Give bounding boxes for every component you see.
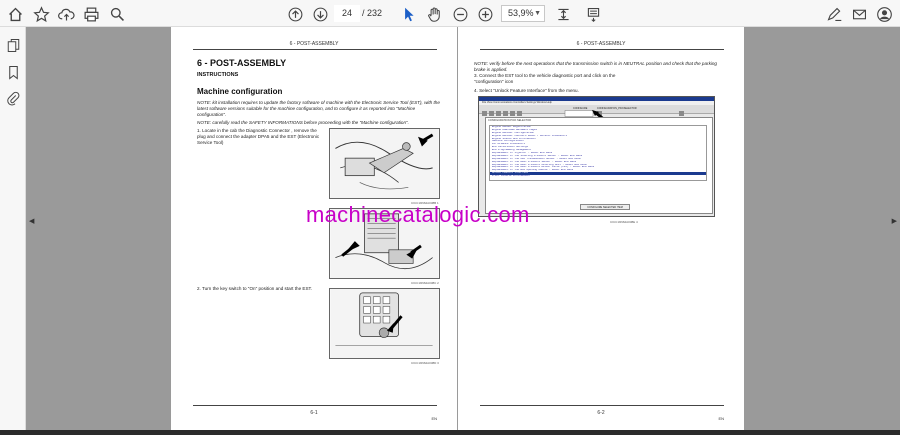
- account-icon[interactable]: [874, 4, 894, 24]
- zoom-select[interactable]: 53,9% ▼: [501, 5, 545, 22]
- figure-key-switch: [329, 288, 440, 359]
- running-head: 6 - POST-ASSEMBLY: [289, 41, 339, 47]
- figure-diagnostic-connector: [329, 128, 440, 199]
- est-panel-header: CONFIGURATION PICK SELECTOR: [488, 119, 531, 122]
- language-mark: EN: [718, 416, 724, 421]
- section-heading: Machine configuration: [197, 87, 283, 96]
- est-field-label: CONFIGURE: [573, 106, 588, 110]
- step-1-text: 1. Locate in the cab the Diagnostic Conn…: [197, 128, 320, 145]
- safety-note: NOTE: carefully read the SAFETY INFORMAT…: [197, 120, 409, 125]
- document-page-1: 6 - POST-ASSEMBLY 6 - POST-ASSEMBLY INST…: [171, 27, 457, 430]
- page-total: / 232: [362, 8, 383, 18]
- figure-caption: CICC19N62A038D 3: [411, 361, 439, 365]
- cloud-upload-icon[interactable]: [56, 4, 76, 24]
- language-mark: EN: [431, 416, 437, 421]
- est-menu-list[interactable]: Engine Reboot Registration Engine Downloa…: [489, 125, 707, 181]
- est-config-panel: CONFIGURATION PICK SELECTOR Engine Reboo…: [485, 117, 713, 214]
- divider: [193, 405, 437, 406]
- zoom-in-icon[interactable]: [475, 4, 495, 24]
- pages-panel-icon[interactable]: [4, 36, 22, 54]
- page-number-input[interactable]: 24: [334, 5, 360, 22]
- zoom-out-icon[interactable]: [450, 4, 470, 24]
- scroll-left-arrow-icon[interactable]: ◀: [29, 217, 34, 225]
- step-4-text: 4. Select "Unlock Feature Interface" fro…: [474, 88, 579, 93]
- section-subtitle: INSTRUCTIONS: [197, 72, 239, 78]
- note-paragraph: NOTE: verify before the next operations …: [474, 61, 717, 72]
- home-icon[interactable]: [5, 4, 25, 24]
- fit-page-icon[interactable]: [553, 4, 573, 24]
- select-cursor-icon[interactable]: [398, 4, 418, 24]
- note-paragraph: NOTE: kit installation requires to updat…: [197, 100, 440, 117]
- figure-est-screenshot: File View Communications Controllers Set…: [478, 96, 715, 217]
- chapter-title: 6 - POST-ASSEMBLY: [197, 58, 287, 68]
- next-page-icon[interactable]: [310, 4, 330, 24]
- figure-caption: CICC19N62A038C 2: [411, 281, 439, 285]
- document-page-2: 6 - POST-ASSEMBLY NOTE: verify before th…: [458, 27, 744, 430]
- figure-caption: CICC19N62A038E 4: [610, 220, 638, 224]
- attachments-panel-icon[interactable]: [4, 89, 22, 107]
- page-number: 6-1: [310, 410, 318, 416]
- page-scroll-icon[interactable]: [583, 4, 603, 24]
- mail-icon[interactable]: [849, 4, 869, 24]
- bottom-bar: [0, 430, 900, 435]
- previous-page-icon[interactable]: [285, 4, 305, 24]
- step-2-text: 2. Turn the key switch to "On" position …: [197, 286, 313, 291]
- step-3-text: 3. Connect the EST tool to the vehicle d…: [474, 73, 616, 84]
- bookmark-star-icon[interactable]: [31, 4, 51, 24]
- sidebar: [0, 27, 26, 430]
- watermark: machinecatalogic.com: [306, 202, 530, 227]
- divider: [480, 405, 724, 406]
- toolbar: 24 / 232 53,9% ▼: [0, 0, 900, 27]
- divider: [193, 49, 437, 50]
- page-number: 6-2: [597, 410, 605, 416]
- print-icon[interactable]: [81, 4, 101, 24]
- est-menu-item[interactable]: Print Vehicle Information: [490, 175, 706, 178]
- divider: [480, 49, 724, 50]
- scroll-right-arrow-icon[interactable]: ▶: [892, 217, 897, 225]
- sign-pen-icon[interactable]: [824, 4, 844, 24]
- search-icon[interactable]: [107, 4, 127, 24]
- hand-tool-icon[interactable]: [424, 4, 444, 24]
- chevron-down-icon: ▼: [534, 10, 541, 17]
- running-head: 6 - POST-ASSEMBLY: [576, 41, 626, 47]
- document-viewer[interactable]: ◀ ▶ 6 - POST-ASSEMBLY 6 - POST-ASSEMBLY …: [26, 27, 900, 430]
- configure-selected-button[interactable]: CONFIGURE SELECTED ITEM: [580, 204, 630, 210]
- bookmarks-panel-icon[interactable]: [4, 63, 22, 81]
- zoom-value: 53,9%: [508, 8, 534, 18]
